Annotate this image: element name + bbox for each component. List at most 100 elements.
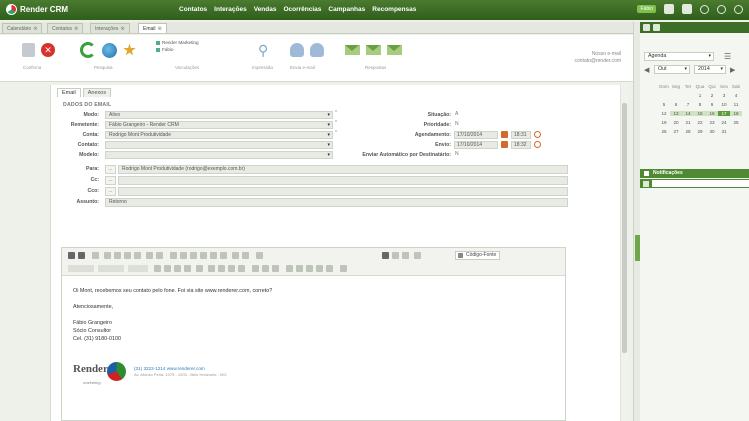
attach-icon[interactable]: ⚲ xyxy=(258,42,268,59)
align-left-icon[interactable] xyxy=(208,265,215,272)
prioridade-value[interactable]: N xyxy=(455,121,459,127)
reply-all-icon[interactable] xyxy=(366,45,381,55)
cc-input[interactable] xyxy=(118,176,568,185)
special-char-icon[interactable] xyxy=(326,265,333,272)
close-icon[interactable]: ⊗ xyxy=(33,26,37,32)
close-icon[interactable]: ⊗ xyxy=(120,26,124,32)
globe-icon[interactable] xyxy=(102,42,117,58)
bg-color-icon[interactable] xyxy=(242,252,249,259)
maximize-icon[interactable] xyxy=(340,265,347,272)
panel-add-icon[interactable] xyxy=(643,24,650,31)
close-icon[interactable]: ⊗ xyxy=(74,26,78,32)
select-all-icon[interactable] xyxy=(402,252,409,259)
calendar-day[interactable]: 11 xyxy=(730,102,742,107)
next-month-icon[interactable]: ▶ xyxy=(730,66,735,74)
calendar-day[interactable]: 2 xyxy=(706,93,718,98)
calendar-day[interactable]: 16 xyxy=(706,111,718,116)
dashboard-icon[interactable] xyxy=(664,4,674,14)
refresh-icon[interactable] xyxy=(80,42,96,58)
table-icon[interactable] xyxy=(296,265,303,272)
font-select[interactable] xyxy=(98,265,124,272)
paste-text-icon[interactable] xyxy=(134,252,141,259)
editor-body[interactable]: Oi Mont, recebemos seu contato pelo fone… xyxy=(62,277,565,421)
subscript-icon[interactable] xyxy=(210,252,217,259)
smiley-icon[interactable] xyxy=(316,265,323,272)
indent-icon[interactable] xyxy=(184,265,191,272)
form-scrollbar[interactable] xyxy=(620,85,628,421)
nav-vendas[interactable]: Vendas xyxy=(254,6,277,13)
people-icon[interactable] xyxy=(682,4,692,14)
replace-icon[interactable] xyxy=(392,252,399,259)
calendar-day[interactable]: 24 xyxy=(718,120,730,125)
nav-ocorrencias[interactable]: Ocorrências xyxy=(283,6,321,13)
calendar-day[interactable]: 14 xyxy=(682,111,694,116)
calendar-day[interactable]: 29 xyxy=(694,129,706,134)
envio-auto-value[interactable]: N xyxy=(455,151,459,157)
calendar-day[interactable]: 13 xyxy=(670,111,682,116)
outdent-icon[interactable] xyxy=(174,265,181,272)
notifications-header[interactable]: Notificações xyxy=(640,169,749,178)
bullet-list-icon[interactable] xyxy=(164,265,171,272)
calendar-day[interactable] xyxy=(670,93,682,98)
save-icon[interactable] xyxy=(22,43,35,57)
calendar-day[interactable] xyxy=(730,129,742,134)
unlink-icon[interactable] xyxy=(262,265,269,272)
find-icon[interactable] xyxy=(382,252,389,259)
cco-lookup-button[interactable]: ... xyxy=(105,187,116,196)
calendar-day[interactable]: 30 xyxy=(706,129,718,134)
calendar-day[interactable]: 12 xyxy=(658,111,670,116)
filter-icon[interactable] xyxy=(643,180,649,187)
redo-icon[interactable] xyxy=(156,252,163,259)
image-icon[interactable] xyxy=(286,265,293,272)
modelo-select[interactable]: ▾ xyxy=(105,151,333,159)
list-view-icon[interactable]: ☰ xyxy=(724,52,731,61)
calendar-day[interactable] xyxy=(658,93,670,98)
calendar-day[interactable]: 9 xyxy=(706,102,718,107)
calendar-day[interactable]: 21 xyxy=(682,120,694,125)
cco-input[interactable] xyxy=(118,187,568,196)
calendar-icon[interactable] xyxy=(501,141,508,148)
hr-icon[interactable] xyxy=(306,265,313,272)
panel-splitter[interactable] xyxy=(633,22,640,421)
justify-icon[interactable] xyxy=(238,265,245,272)
cut-icon[interactable] xyxy=(104,252,111,259)
bold-icon[interactable] xyxy=(170,252,177,259)
source-code-button[interactable]: Código-Fonte xyxy=(455,251,501,260)
preview-icon[interactable] xyxy=(78,252,85,259)
remetente-select[interactable]: Fábio Grangeiro - Render CRM ▾ xyxy=(105,121,333,129)
linked-person[interactable]: Fábio xyxy=(156,46,199,53)
tab-interacoes[interactable]: Interações ⊗ xyxy=(90,23,130,33)
text-color-icon[interactable] xyxy=(232,252,239,259)
tab-calendario[interactable]: Calendário ⊗ xyxy=(2,23,43,33)
anchor-icon[interactable] xyxy=(272,265,279,272)
month-select[interactable]: Out ▾ xyxy=(654,65,690,74)
year-select[interactable]: 2014 ▾ xyxy=(694,65,726,74)
envio-date-input[interactable]: 17/10/2014 xyxy=(454,141,498,149)
calendar-day[interactable]: 8 xyxy=(694,102,706,107)
envio-time-input[interactable]: 18:32 xyxy=(511,141,531,149)
superscript-icon[interactable] xyxy=(220,252,227,259)
calendar-day[interactable]: 23 xyxy=(706,120,718,125)
favorite-icon[interactable] xyxy=(123,43,136,56)
contact-group-icon[interactable] xyxy=(310,43,324,57)
notifications-search-input[interactable] xyxy=(652,180,749,187)
forward-icon[interactable] xyxy=(387,45,402,55)
agendamento-time-input[interactable]: 18:31 xyxy=(511,131,531,139)
calendar-day[interactable]: 25 xyxy=(730,120,742,125)
prev-month-icon[interactable]: ◀ xyxy=(644,66,649,74)
agendamento-date-input[interactable]: 17/10/2014 xyxy=(454,131,498,139)
calendar-day[interactable]: 26 xyxy=(658,129,670,134)
tab-contatos[interactable]: Contatos ⊗ xyxy=(47,23,84,33)
cc-lookup-button[interactable]: ... xyxy=(105,176,116,185)
calendar-day[interactable]: 7 xyxy=(682,102,694,107)
new-doc-icon[interactable] xyxy=(68,252,75,259)
remove-format-icon[interactable] xyxy=(256,252,263,259)
print-icon[interactable] xyxy=(92,252,99,259)
assunto-input[interactable]: Retorno xyxy=(105,198,568,207)
numbered-list-icon[interactable] xyxy=(154,265,161,272)
reply-icon[interactable] xyxy=(345,45,360,55)
nav-contatos[interactable]: Contatos xyxy=(179,6,207,13)
contact-icon[interactable] xyxy=(290,43,304,57)
calendar-day[interactable]: 19 xyxy=(658,120,670,125)
calendar-day[interactable]: 1 xyxy=(694,93,706,98)
